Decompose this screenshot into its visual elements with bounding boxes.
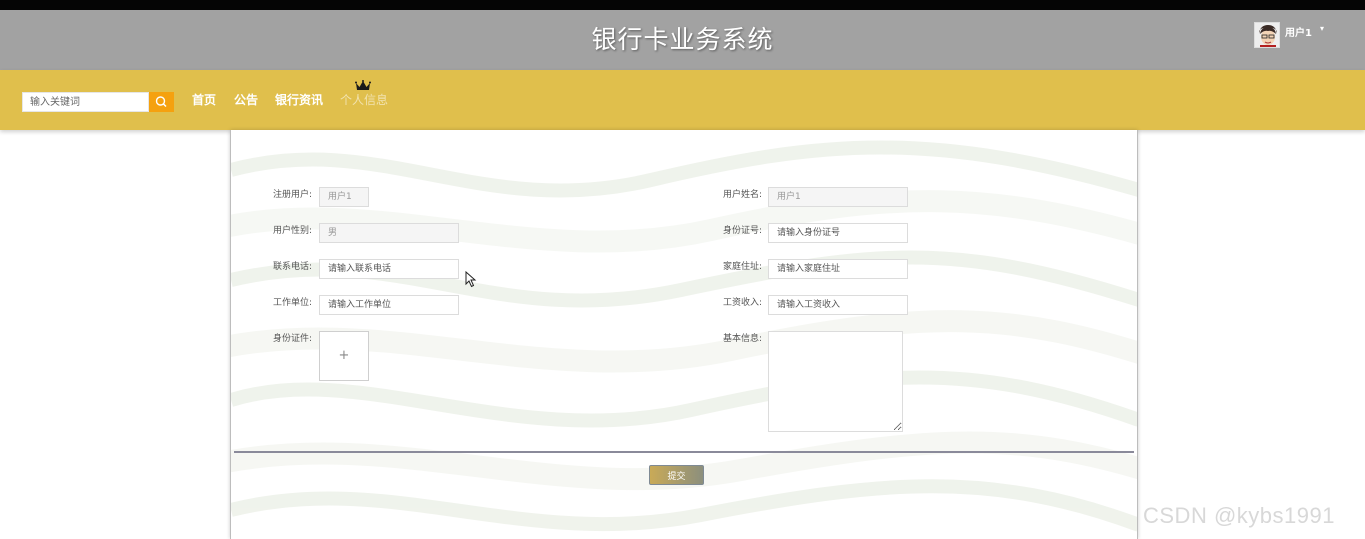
avatar-icon — [1255, 23, 1279, 47]
nav-announcements[interactable]: 公告 — [234, 91, 258, 108]
user-name-label: 用户姓名: — [722, 190, 762, 200]
header: 银行卡业务系统 用户1 ▾ — [0, 10, 1365, 70]
phone-field[interactable] — [319, 259, 459, 279]
user-name[interactable]: 用户1 — [1285, 24, 1312, 39]
id-number-field[interactable] — [768, 223, 908, 243]
gender-field[interactable] — [319, 223, 459, 243]
basic-info-label: 基本信息: — [722, 334, 762, 344]
register-user-field[interactable] — [319, 187, 369, 207]
user-name-field[interactable] — [768, 187, 908, 207]
window-top-bar — [0, 0, 1365, 10]
register-user-label: 注册用户: — [272, 190, 312, 200]
crown-icon — [355, 80, 371, 90]
search-icon — [155, 96, 167, 108]
id-document-label: 身份证件: — [272, 334, 312, 344]
form-divider — [234, 451, 1134, 453]
address-label: 家庭住址: — [722, 262, 762, 272]
id-number-label: 身份证号: — [722, 226, 762, 236]
plus-icon: + — [338, 348, 350, 363]
avatar[interactable] — [1254, 22, 1280, 48]
phone-label: 联系电话: — [272, 262, 312, 272]
submit-button[interactable]: 提交 — [649, 465, 704, 485]
work-unit-field[interactable] — [319, 295, 459, 315]
income-field[interactable] — [768, 295, 908, 315]
gender-label: 用户性别: — [272, 226, 312, 236]
nav-personal-info[interactable]: 个人信息 — [340, 91, 388, 108]
chevron-down-icon[interactable]: ▾ — [1320, 24, 1324, 33]
mouse-cursor-icon — [465, 271, 477, 288]
watermark: CSDN @kybs1991 — [1143, 503, 1335, 528]
work-unit-label: 工作单位: — [272, 298, 312, 308]
basic-info-textarea[interactable] — [768, 331, 903, 432]
site-title: 银行卡业务系统 — [591, 25, 774, 54]
income-label: 工资收入: — [722, 298, 762, 308]
id-document-upload[interactable]: + — [319, 331, 369, 381]
search-input[interactable] — [22, 92, 149, 112]
address-field[interactable] — [768, 259, 908, 279]
navbar: 首页 公告 银行资讯 个人信息 — [0, 70, 1365, 130]
nav-home[interactable]: 首页 — [192, 91, 216, 108]
search-button[interactable] — [149, 92, 174, 112]
nav-bank-news[interactable]: 银行资讯 — [275, 91, 323, 108]
